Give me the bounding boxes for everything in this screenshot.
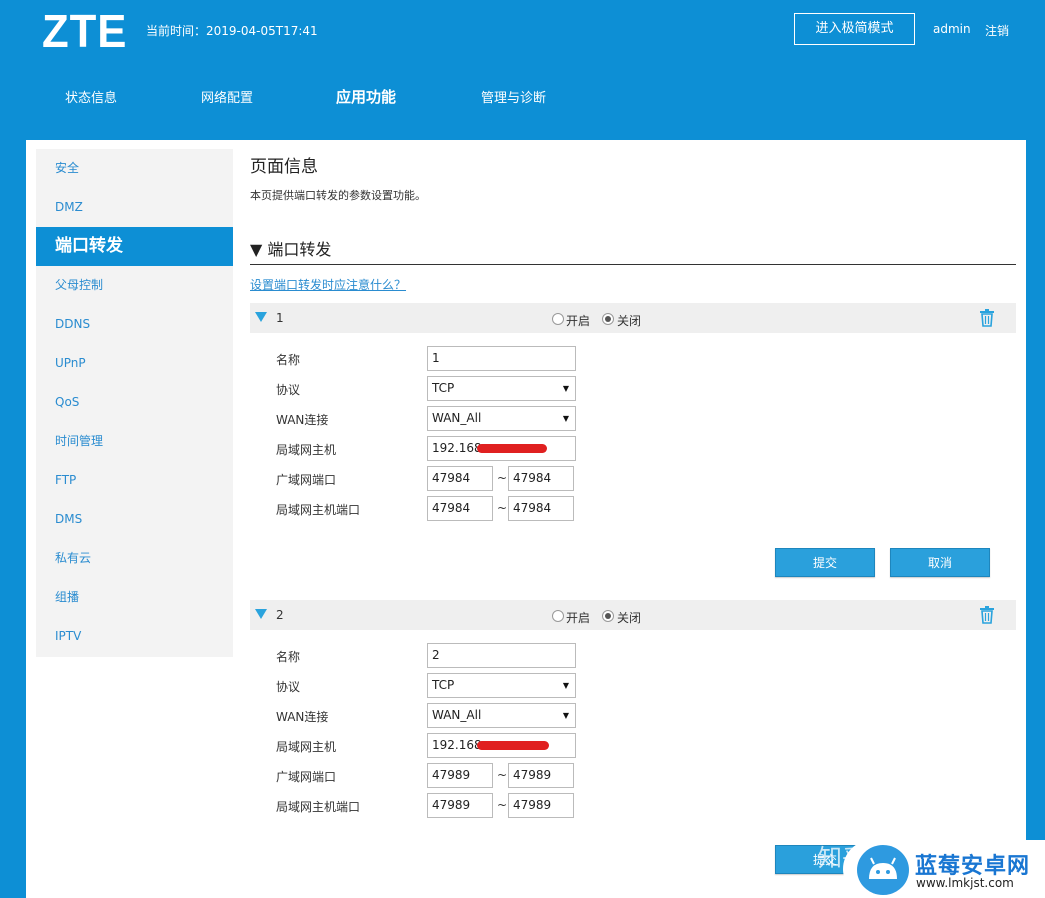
sidebar: 安全 DMZ 端口转发 父母控制 DDNS UPnP QoS 时间管理 FTP … — [36, 149, 233, 657]
disable-label: 关闭 — [617, 611, 642, 625]
wan-port-start-input[interactable]: 47989 — [427, 763, 493, 788]
submit-button[interactable]: 提交 — [775, 548, 875, 577]
disable-radio[interactable] — [602, 610, 614, 622]
name-label: 名称 — [276, 353, 301, 367]
rule-number: 2 — [276, 608, 284, 622]
nav-applications[interactable]: 应用功能 — [336, 86, 396, 107]
site-logo-icon — [857, 845, 909, 895]
rule-header: 2 开启 关闭 — [250, 600, 1016, 630]
nav-network-config[interactable]: 网络配置 — [201, 87, 253, 106]
range-separator: ~ — [497, 768, 508, 782]
rule-number: 1 — [276, 311, 284, 325]
wan-port-start-input[interactable]: 47984 — [427, 466, 493, 491]
enable-label: 开启 — [566, 611, 591, 625]
rule-header: 1 开启 关闭 — [250, 303, 1016, 333]
collapse-arrow-icon[interactable] — [255, 609, 267, 619]
lan-port-start-input[interactable]: 47989 — [427, 793, 493, 818]
main-panel: 安全 DMZ 端口转发 父母控制 DDNS UPnP QoS 时间管理 FTP … — [26, 140, 1026, 898]
collapse-arrow-icon[interactable] — [255, 312, 267, 322]
wan-connection-label: WAN连接 — [276, 710, 329, 724]
enable-radio[interactable] — [552, 610, 564, 622]
nav-management-diagnostics[interactable]: 管理与诊断 — [481, 87, 546, 106]
wan-connection-label: WAN连接 — [276, 413, 329, 427]
sidebar-item-ftp[interactable]: FTP — [36, 461, 233, 500]
sidebar-item-upnp[interactable]: UPnP — [36, 344, 233, 383]
sidebar-item-multicast[interactable]: 组播 — [36, 578, 233, 617]
site-url: www.lmkjst.com — [916, 876, 1014, 890]
zte-logo: ZTE — [42, 5, 128, 57]
name-input[interactable]: 1 — [427, 346, 576, 371]
range-separator: ~ — [497, 798, 508, 812]
name-input[interactable]: 2 — [427, 643, 576, 668]
enable-label: 开启 — [566, 314, 591, 328]
lan-host-label: 局域网主机 — [276, 740, 337, 754]
sidebar-item-port-forwarding[interactable]: 端口转发 — [36, 227, 233, 266]
wan-port-end-input[interactable]: 47984 — [508, 466, 574, 491]
sidebar-item-dmz[interactable]: DMZ — [36, 188, 233, 227]
section-divider — [250, 264, 1016, 265]
protocol-label: 协议 — [276, 383, 301, 397]
lan-port-end-input[interactable]: 47984 — [508, 496, 574, 521]
username: admin — [933, 22, 971, 36]
name-label: 名称 — [276, 650, 301, 664]
sidebar-item-ddns[interactable]: DDNS — [36, 305, 233, 344]
wan-connection-select[interactable]: WAN_All — [427, 406, 576, 431]
lan-port-start-input[interactable]: 47984 — [427, 496, 493, 521]
protocol-select[interactable]: TCP — [427, 673, 576, 698]
page-description: 本页提供端口转发的参数设置功能。 — [250, 189, 426, 202]
lan-port-label: 局域网主机端口 — [276, 800, 361, 814]
disable-label: 关闭 — [617, 314, 642, 328]
protocol-label: 协议 — [276, 680, 301, 694]
wan-connection-select[interactable]: WAN_All — [427, 703, 576, 728]
section-title-port-forwarding[interactable]: ▼ 端口转发 — [250, 236, 331, 260]
sidebar-item-qos[interactable]: QoS — [36, 383, 233, 422]
lan-port-end-input[interactable]: 47989 — [508, 793, 574, 818]
sidebar-item-security[interactable]: 安全 — [36, 149, 233, 188]
current-time: 当前时间：2019-04-05T17:41 — [146, 24, 318, 38]
lan-host-label: 局域网主机 — [276, 443, 337, 457]
simple-mode-button[interactable]: 进入极简模式 — [794, 13, 915, 45]
wan-port-label: 广域网端口 — [276, 473, 337, 487]
sidebar-item-time-management[interactable]: 时间管理 — [36, 422, 233, 461]
protocol-select[interactable]: TCP — [427, 376, 576, 401]
sidebar-item-parental-control[interactable]: 父母控制 — [36, 266, 233, 305]
range-separator: ~ — [497, 501, 508, 515]
page-title: 页面信息 — [250, 157, 318, 177]
cancel-button[interactable]: 取消 — [890, 548, 990, 577]
disable-radio[interactable] — [602, 313, 614, 325]
trash-icon[interactable] — [979, 309, 995, 327]
wan-port-end-input[interactable]: 47989 — [508, 763, 574, 788]
sidebar-item-private-cloud[interactable]: 私有云 — [36, 539, 233, 578]
sidebar-item-iptv[interactable]: IPTV — [36, 617, 233, 656]
redaction-mark — [477, 444, 547, 453]
help-link[interactable]: 设置端口转发时应注意什么？ — [250, 276, 406, 293]
range-separator: ~ — [497, 471, 508, 485]
logout-link[interactable]: 注销 — [985, 22, 1009, 39]
enable-radio[interactable] — [552, 313, 564, 325]
trash-icon[interactable] — [979, 606, 995, 624]
sidebar-item-dms[interactable]: DMS — [36, 500, 233, 539]
lan-port-label: 局域网主机端口 — [276, 503, 361, 517]
nav-status-info[interactable]: 状态信息 — [65, 87, 117, 106]
wan-port-label: 广域网端口 — [276, 770, 337, 784]
redaction-mark — [477, 741, 549, 750]
